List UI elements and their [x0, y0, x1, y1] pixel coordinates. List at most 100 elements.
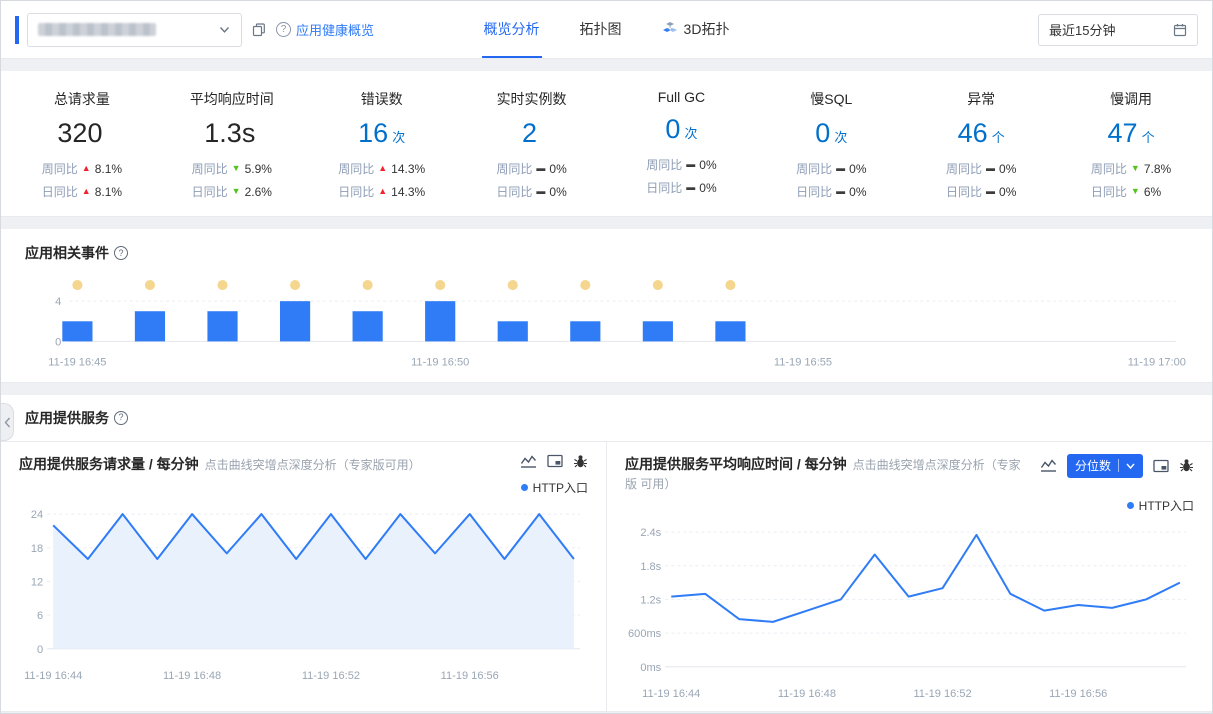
- svg-text:4: 4: [55, 296, 61, 308]
- bug-icon[interactable]: [573, 454, 588, 469]
- response-time-chart-panel: 应用提供服务平均响应时间 / 每分钟 点击曲线突增点深度分析（专家版 可用） 分…: [606, 441, 1212, 711]
- time-range-picker[interactable]: 最近15分钟: [1038, 13, 1198, 46]
- metric-day-compare: 日同比 ▼ 6%: [1090, 184, 1162, 200]
- svg-text:11-19 16:44: 11-19 16:44: [642, 688, 700, 700]
- svg-text:11-19 16:52: 11-19 16:52: [302, 670, 360, 682]
- tab-topology[interactable]: 拓扑图: [578, 1, 624, 58]
- legend-http-entry[interactable]: HTTP入口: [625, 497, 1194, 514]
- metric-card-exceptions: 异常 46 个 周同比 ▬ 0% 日同比 ▬ 0%: [906, 89, 1056, 200]
- metric-week-compare: 周同比 ▬ 0%: [646, 157, 717, 173]
- svg-text:2.4s: 2.4s: [640, 527, 661, 539]
- trend-arrow-icon: ▬: [536, 163, 546, 174]
- accent-bar: [15, 15, 19, 44]
- svg-text:11-19 16:52: 11-19 16:52: [913, 688, 971, 700]
- svg-text:12: 12: [31, 576, 43, 588]
- app-name-redacted: [38, 23, 156, 36]
- svg-text:18: 18: [31, 542, 43, 554]
- events-section-title: 应用相关事件 ?: [25, 243, 1188, 263]
- trend-arrow-icon: ▬: [986, 186, 996, 197]
- app-health-link[interactable]: ? 应用健康概览: [276, 20, 374, 39]
- tab-label: 3D拓扑: [683, 20, 730, 37]
- svg-text:11-19 16:55: 11-19 16:55: [774, 357, 832, 369]
- chevron-down-icon: [1126, 462, 1135, 470]
- chart-subtitle: 点击曲线突增点深度分析（专家版可用）: [204, 457, 421, 472]
- top-bar: ? 应用健康概览 概览分析 拓扑图 3D拓扑 最近15分钟: [1, 1, 1212, 59]
- metric-week-compare: 周同比 ▲ 8.1%: [41, 161, 123, 177]
- trend-chart-icon[interactable]: [1040, 458, 1057, 473]
- svg-text:11-19 16:56: 11-19 16:56: [1049, 688, 1107, 700]
- trend-arrow-icon: ▬: [836, 163, 846, 174]
- app-events-section: 应用相关事件 ? 4 0 11-19 16:45 11-19 16:50 11-19 1…: [1, 229, 1212, 383]
- svg-text:11-19 17:00: 11-19 17:00: [1128, 357, 1186, 369]
- related-view-icon[interactable]: [547, 454, 563, 468]
- metric-week-compare: 周同比 ▼ 7.8%: [1090, 161, 1172, 177]
- metric-card-full-gc: Full GC 0次 周同比 ▬ 0% 日同比 ▬ 0%: [607, 89, 757, 200]
- metric-value: 320: [57, 118, 103, 148]
- trend-arrow-icon: ▲: [378, 163, 388, 174]
- trend-arrow-icon: ▬: [686, 159, 696, 170]
- svg-text:0: 0: [37, 643, 43, 655]
- svg-text:1.2s: 1.2s: [640, 594, 661, 606]
- metric-label: 错误数: [360, 91, 403, 107]
- metric-day-compare: 日同比 ▬ 0%: [646, 180, 717, 196]
- requests-line-chart[interactable]: 0 6 12 18 24 11-19 16:44 11-19 16:48 11-19 16:5…: [19, 498, 588, 687]
- help-icon[interactable]: ?: [114, 410, 128, 425]
- metric-label: 慢SQL: [810, 91, 853, 107]
- quantile-label: 分位数: [1074, 459, 1111, 474]
- metric-day-compare: 日同比 ▬ 0%: [496, 184, 567, 200]
- svg-text:0ms: 0ms: [640, 661, 661, 673]
- metric-week-compare: 周同比 ▬ 0%: [796, 161, 867, 177]
- help-icon: ?: [276, 22, 291, 37]
- legend-http-entry[interactable]: HTTP入口: [19, 479, 588, 496]
- trend-arrow-icon: ▼: [1130, 163, 1140, 174]
- events-bar-chart[interactable]: 4 0 11-19 16:45 11-19 16:50 11-19 16:55 11-19…: [25, 273, 1188, 372]
- metric-card-instances: 实时实例数 2 周同比 ▬ 0% 日同比 ▬ 0%: [457, 89, 607, 200]
- side-panel-collapse-handle[interactable]: [1, 403, 14, 441]
- metric-label: 慢调用: [1110, 91, 1153, 107]
- metric-card-total-requests: 总请求量 320 周同比 ▲ 8.1% 日同比 ▲ 8.1%: [7, 89, 157, 200]
- legend-label: HTTP入口: [1138, 498, 1194, 513]
- svg-text:24: 24: [31, 509, 43, 521]
- help-icon[interactable]: ?: [114, 246, 128, 261]
- svg-text:1.8s: 1.8s: [640, 560, 661, 572]
- metric-label: Full GC: [657, 89, 706, 105]
- response-time-line-chart[interactable]: 0ms 600ms 1.2s 1.8s 2.4s 11-19 16:44 11-19 16:…: [625, 516, 1194, 705]
- legend-dot: [1126, 501, 1134, 509]
- metric-label: 异常: [967, 91, 996, 107]
- metric-day-compare: 日同比 ▬ 0%: [946, 184, 1017, 200]
- metric-value: 1.3s: [204, 118, 256, 148]
- tab-overview-analysis[interactable]: 概览分析: [481, 1, 542, 58]
- bug-icon[interactable]: [1179, 458, 1194, 473]
- metric-card-slow-sql: 慢SQL 0次 周同比 ▬ 0% 日同比 ▬ 0%: [756, 89, 906, 200]
- metric-value: 16 次: [358, 118, 406, 148]
- metric-card-slow-calls: 慢调用 47 个 周同比 ▼ 7.8% 日同比 ▼ 6%: [1056, 89, 1206, 200]
- services-section-title: 应用提供服务 ?: [25, 408, 1188, 428]
- trend-chart-icon[interactable]: [520, 454, 537, 469]
- chart-title: 应用提供服务请求量 / 每分钟: [19, 455, 199, 472]
- tab-3d-topology[interactable]: 3D拓扑: [660, 1, 732, 58]
- time-range-value: 最近15分钟: [1049, 23, 1116, 38]
- trend-arrow-icon: ▼: [1130, 186, 1140, 197]
- view-tabs: 概览分析 拓扑图 3D拓扑: [481, 1, 732, 58]
- svg-text:6: 6: [37, 610, 43, 622]
- metric-day-compare: 日同比 ▲ 8.1%: [41, 184, 123, 200]
- legend-dot: [520, 483, 528, 491]
- svg-text:11-19 16:50: 11-19 16:50: [411, 357, 469, 369]
- metric-value: 47 个: [1107, 118, 1155, 148]
- metric-label: 实时实例数: [496, 91, 567, 107]
- app-services-section: 应用提供服务 ? 应用提供服务请求量 / 每分钟 点击曲线突增点深度分析（专家版…: [1, 394, 1212, 712]
- metric-week-compare: 周同比 ▲ 14.3%: [338, 161, 426, 177]
- chart-title: 应用提供服务平均响应时间 / 每分钟: [625, 455, 847, 472]
- app-selector[interactable]: [27, 12, 242, 47]
- metric-value: 46 个: [957, 118, 1005, 148]
- trend-arrow-icon: ▲: [81, 163, 91, 174]
- metric-label: 平均响应时间: [189, 91, 274, 107]
- copy-icon[interactable]: [252, 22, 266, 37]
- svg-text:11-19 16:48: 11-19 16:48: [163, 670, 221, 682]
- metric-value: 2: [522, 118, 538, 148]
- related-view-icon[interactable]: [1153, 459, 1169, 473]
- trend-arrow-icon: ▲: [81, 186, 91, 197]
- metric-week-compare: 周同比 ▬ 0%: [496, 161, 567, 177]
- quantile-dropdown[interactable]: 分位数: [1066, 453, 1143, 478]
- metric-card-avg-response-time: 平均响应时间 1.3s 周同比 ▼ 5.9% 日同比 ▼ 2.6%: [157, 89, 307, 200]
